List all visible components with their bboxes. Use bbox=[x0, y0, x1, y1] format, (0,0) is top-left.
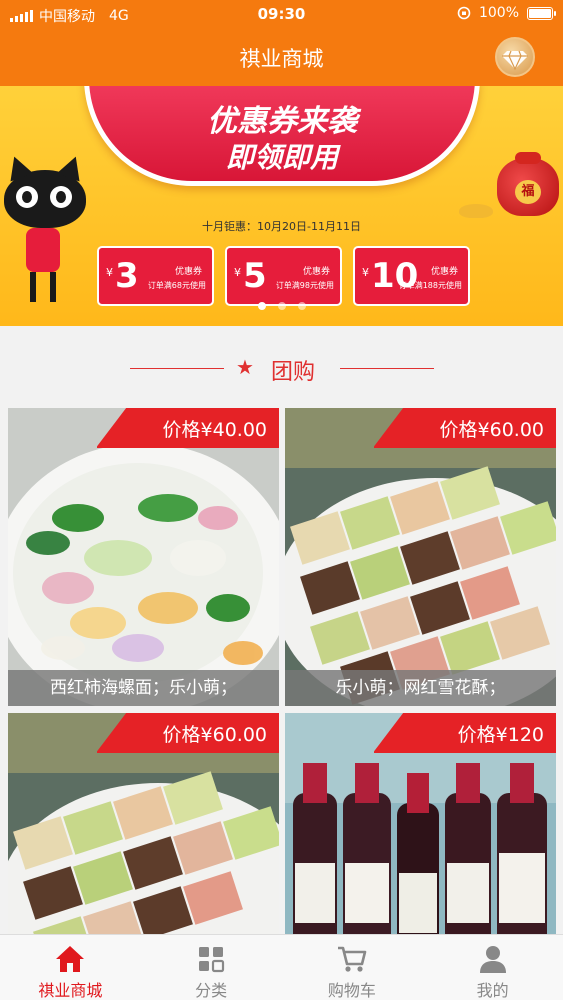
product-card[interactable]: 价格¥40.00 西红柿海螺面；乐小萌； bbox=[8, 408, 279, 706]
carousel-dot[interactable] bbox=[297, 302, 306, 310]
product-image bbox=[8, 408, 279, 706]
diamond-icon bbox=[502, 50, 528, 71]
diamond-button[interactable] bbox=[495, 37, 535, 77]
banner-subtitle: 即领即用 bbox=[225, 141, 338, 174]
carousel-dot[interactable] bbox=[257, 302, 266, 310]
carousel-dot[interactable] bbox=[277, 302, 286, 310]
coupon-list: ¥ 3 优惠券 订单满68元使用 ¥ 5 优惠券 订单满98元使用 ¥ 10 优… bbox=[97, 246, 470, 306]
coupon-currency: ¥ bbox=[362, 266, 369, 279]
divider bbox=[340, 368, 434, 369]
product-card[interactable]: 价格¥60.00 bbox=[8, 713, 279, 934]
product-caption: 西红柿海螺面；乐小萌； bbox=[8, 670, 279, 706]
coupon-label: 优惠券 bbox=[174, 267, 202, 277]
lucky-bag-icon: 福 bbox=[497, 152, 559, 216]
coupon-condition: 订单满98元使用 bbox=[275, 281, 334, 290]
section-title: 团购 bbox=[271, 360, 316, 385]
coupon-condition: 订单满68元使用 bbox=[147, 281, 206, 290]
user-icon bbox=[479, 946, 506, 973]
carousel-dots[interactable] bbox=[0, 302, 563, 310]
star-icon: ★ bbox=[236, 355, 254, 379]
battery-icon bbox=[527, 6, 556, 20]
coupon-condition: 订单满188元使用 bbox=[398, 281, 462, 290]
product-card[interactable]: 价格¥60.00 乐小萌；网红雪花酥； bbox=[285, 408, 556, 706]
section-header: ★ 团购 bbox=[0, 326, 563, 408]
coupon-item[interactable]: ¥ 3 优惠券 订单满68元使用 bbox=[97, 246, 214, 306]
tab-home[interactable]: 祺业商城 bbox=[0, 935, 141, 1000]
product-card[interactable]: 价格¥120 bbox=[285, 713, 556, 934]
banner-date: 十月钜惠：10月20日-11月11日 bbox=[202, 220, 361, 233]
nav-bar: 祺业商城 bbox=[0, 30, 563, 86]
product-image bbox=[285, 408, 556, 706]
cart-icon bbox=[337, 946, 367, 972]
tab-profile[interactable]: 我的 bbox=[422, 935, 563, 1000]
coupon-currency: ¥ bbox=[234, 266, 241, 279]
coupon-item[interactable]: ¥ 10 优惠券 订单满188元使用 bbox=[353, 246, 470, 306]
coupon-label: 优惠券 bbox=[302, 267, 330, 277]
coupon-item[interactable]: ¥ 5 优惠券 订单满98元使用 bbox=[225, 246, 342, 306]
tab-label: 祺业商城 bbox=[38, 981, 103, 1000]
banner-title: 优惠券来袭 bbox=[207, 104, 357, 139]
tab-cart[interactable]: 购物车 bbox=[282, 935, 423, 1000]
battery-fill bbox=[529, 8, 551, 18]
lucky-bag-char: 福 bbox=[515, 180, 541, 204]
coupon-currency: ¥ bbox=[106, 266, 113, 279]
price-tag: 价格¥40.00 bbox=[97, 408, 279, 448]
page-title: 祺业商城 bbox=[239, 47, 324, 71]
banner-headline-pill: 优惠券来袭 即领即用 bbox=[84, 86, 480, 186]
price-tag: 价格¥60.00 bbox=[97, 713, 279, 753]
promo-banner[interactable]: 优惠券来袭 即领即用 福 十月钜惠：10月20日-11月11日 ¥ 3 优惠券 … bbox=[0, 86, 563, 326]
price-tag: 价格¥120 bbox=[374, 713, 556, 753]
tab-label: 购物车 bbox=[327, 981, 376, 1000]
status-right: 100% bbox=[457, 5, 556, 21]
coupon-amount: 3 bbox=[115, 256, 139, 296]
price-tag: 价格¥60.00 bbox=[374, 408, 556, 448]
category-icon bbox=[199, 947, 225, 973]
tab-bar: 祺业商城 分类 购物车 我的 bbox=[0, 934, 563, 1000]
tab-label: 我的 bbox=[476, 981, 509, 1000]
gold-ingot-icon bbox=[459, 204, 493, 218]
coupon-label: 优惠券 bbox=[430, 267, 458, 277]
coupon-amount: 5 bbox=[243, 256, 267, 296]
orientation-lock-icon bbox=[457, 6, 471, 20]
battery-percent: 100% bbox=[478, 5, 519, 21]
home-icon bbox=[56, 946, 85, 972]
product-caption: 乐小萌；网红雪花酥； bbox=[285, 670, 556, 706]
status-bar: 中国移动 4G 09:30 100% bbox=[0, 0, 563, 30]
divider bbox=[130, 368, 224, 369]
tab-category[interactable]: 分类 bbox=[141, 935, 282, 1000]
product-grid: 价格¥40.00 西红柿海螺面；乐小萌； 价格¥60.00 乐小萌；网红雪花酥；… bbox=[0, 408, 563, 934]
tab-label: 分类 bbox=[195, 981, 228, 1000]
